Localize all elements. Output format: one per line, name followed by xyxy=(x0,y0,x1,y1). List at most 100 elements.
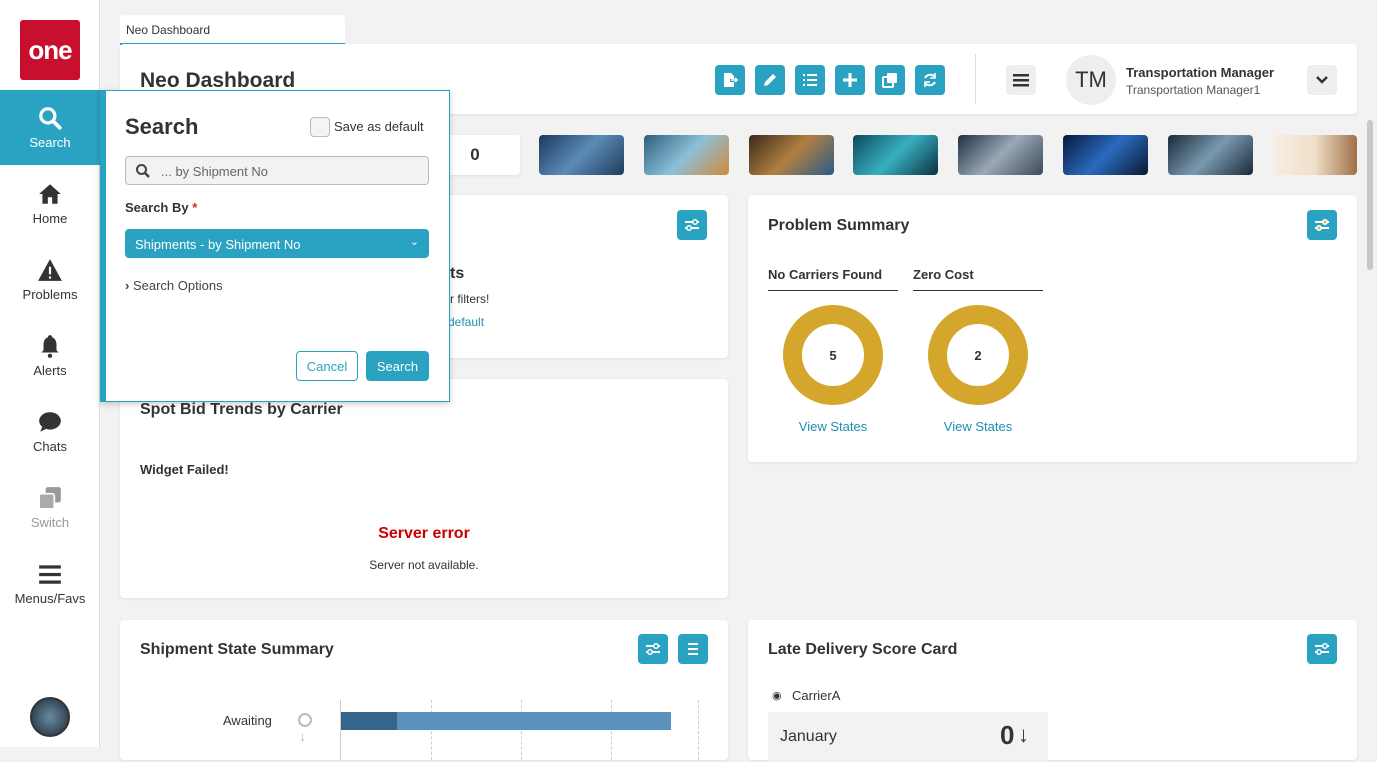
sidebar-item-search[interactable]: Search xyxy=(0,90,112,165)
problem-label: Zero Cost xyxy=(913,267,1043,291)
list-icon xyxy=(803,74,817,86)
sidebar-item-chats[interactable]: Chats xyxy=(0,394,100,469)
widget-shipment-state-summary: Shipment State Summary Awaiting ↓ xyxy=(120,620,728,760)
cancel-button[interactable]: Cancel xyxy=(296,351,358,381)
list-view-button[interactable] xyxy=(678,634,708,664)
divider xyxy=(975,54,976,104)
view-states-link[interactable]: View States xyxy=(913,419,1043,434)
tab-neo-dashboard[interactable]: Neo Dashboard xyxy=(120,15,345,45)
hamburger-icon xyxy=(39,565,61,584)
assistant-avatar[interactable] xyxy=(30,697,70,737)
bar-segment-1[interactable] xyxy=(397,712,671,730)
required-marker: * xyxy=(192,200,198,215)
carrier-name: CarrierA xyxy=(792,688,841,703)
widget-title: Problem Summary xyxy=(768,217,910,234)
widget-failed-text: Widget Failed! xyxy=(140,462,229,477)
widget-heading-fragment: ts xyxy=(450,265,465,282)
search-input[interactable]: ... by Shipment No xyxy=(125,156,429,185)
search-placeholder: ... by Shipment No xyxy=(161,164,268,179)
sidebar-item-problems[interactable]: Problems xyxy=(0,242,100,317)
sidebar-item-switch[interactable]: Switch xyxy=(0,470,100,545)
image-tile-keyboard[interactable] xyxy=(958,135,1043,175)
switch-icon xyxy=(38,487,61,510)
settings-button[interactable] xyxy=(1307,634,1337,664)
image-tile-earth[interactable] xyxy=(1063,135,1148,175)
hamburger-icon xyxy=(1013,74,1029,87)
search-icon xyxy=(39,107,62,130)
sidebar-item-label: Chats xyxy=(33,439,67,454)
user-menu-dropdown[interactable] xyxy=(1307,65,1337,95)
search-options-label: Search Options xyxy=(132,278,223,293)
widget-spot-bid-trends: Spot Bid Trends by Carrier Widget Failed… xyxy=(120,379,728,598)
problem-count: 2 xyxy=(974,347,982,363)
save-default-checkbox[interactable] xyxy=(310,117,330,137)
menu-button[interactable] xyxy=(1006,65,1036,95)
user-role: Transportation Manager xyxy=(1126,65,1275,80)
arrow-down-icon: ↓ xyxy=(299,728,306,744)
copy-button[interactable] xyxy=(875,65,905,95)
cancel-label: Cancel xyxy=(306,358,348,374)
list-button[interactable] xyxy=(795,65,825,95)
select-value: Shipments - by Shipment No xyxy=(135,237,301,252)
sliders-icon xyxy=(1315,643,1329,655)
settings-button[interactable] xyxy=(677,210,707,240)
image-tile-head[interactable] xyxy=(1272,135,1357,175)
image-tile-network[interactable] xyxy=(644,135,729,175)
widget-problem-summary: Problem Summary No Carriers Found 5 View… xyxy=(748,195,1357,462)
bar-segment-0[interactable] xyxy=(341,712,398,730)
month-score: January 0 ↓ xyxy=(768,712,1048,762)
problem-donut[interactable]: 2 xyxy=(928,305,1028,405)
settings-button[interactable] xyxy=(638,634,668,664)
one-logo[interactable]: one xyxy=(20,20,80,80)
widget-late-delivery-score-card: Late Delivery Score Card ◉ CarrierA Janu… xyxy=(748,620,1357,762)
error-title: Server error xyxy=(378,525,470,542)
sidebar-item-label: Alerts xyxy=(33,363,67,378)
search-button[interactable]: Search xyxy=(366,351,429,381)
image-tile-person[interactable] xyxy=(1168,135,1253,175)
settings-button[interactable] xyxy=(1307,210,1337,240)
arrow-down-icon: ↓ xyxy=(1018,722,1029,747)
edit-button[interactable] xyxy=(755,65,785,95)
image-tile-globe[interactable] xyxy=(853,135,938,175)
bar-chart xyxy=(340,700,700,760)
chevron-down-icon xyxy=(1316,76,1328,84)
reset-default-link[interactable]: default xyxy=(448,315,484,329)
sidebar-item-home[interactable]: Home xyxy=(0,166,100,241)
widget-title: Late Delivery Score Card xyxy=(768,641,958,658)
export-button[interactable] xyxy=(715,65,745,95)
widget-title: Shipment State Summary xyxy=(140,641,334,658)
month-label: January xyxy=(780,728,837,745)
sidebar-item-label: Problems xyxy=(22,287,78,302)
eye-icon[interactable]: ◉ xyxy=(772,689,782,702)
image-tile-warehouse[interactable] xyxy=(749,135,834,175)
search-by-select[interactable]: Shipments - by Shipment No ⌄ xyxy=(125,229,429,258)
search-options-toggle[interactable]: › Search Options xyxy=(125,278,223,293)
sidebar-item-label: Switch xyxy=(30,515,70,530)
search-popup: Search Save as default ... by Shipment N… xyxy=(100,90,450,402)
sidebar-item-label: Home xyxy=(32,211,68,226)
user-avatar[interactable]: TM xyxy=(1066,55,1116,105)
refresh-button[interactable] xyxy=(915,65,945,95)
view-states-link[interactable]: View States xyxy=(768,419,898,434)
sidebar: one Search Home Problems Alerts Chats Sw… xyxy=(0,0,112,747)
circle-icon xyxy=(298,713,312,727)
chevron-down-icon: ⌄ xyxy=(409,236,419,248)
export-icon xyxy=(724,73,739,87)
widget-message-fragment: r filters! xyxy=(450,292,490,306)
home-icon xyxy=(39,184,61,204)
refresh-icon xyxy=(924,73,936,87)
chat-icon xyxy=(39,412,61,432)
problem-donut[interactable]: 5 xyxy=(783,305,883,405)
popup-title: Search xyxy=(125,114,199,139)
bell-icon xyxy=(41,335,59,358)
logo-text: one xyxy=(28,34,72,65)
sidebar-item-menus[interactable]: Menus/Favs xyxy=(0,546,100,621)
add-button[interactable] xyxy=(835,65,865,95)
image-tile-tunnel-truck[interactable] xyxy=(539,135,624,175)
sidebar-item-alerts[interactable]: Alerts xyxy=(0,318,100,393)
tab-label: Neo Dashboard xyxy=(126,23,211,37)
state-label: Awaiting xyxy=(223,713,272,728)
score-value: 0 xyxy=(1000,720,1015,750)
problem-label: No Carriers Found xyxy=(768,267,898,291)
scrollbar-thumb[interactable] xyxy=(1367,120,1373,270)
